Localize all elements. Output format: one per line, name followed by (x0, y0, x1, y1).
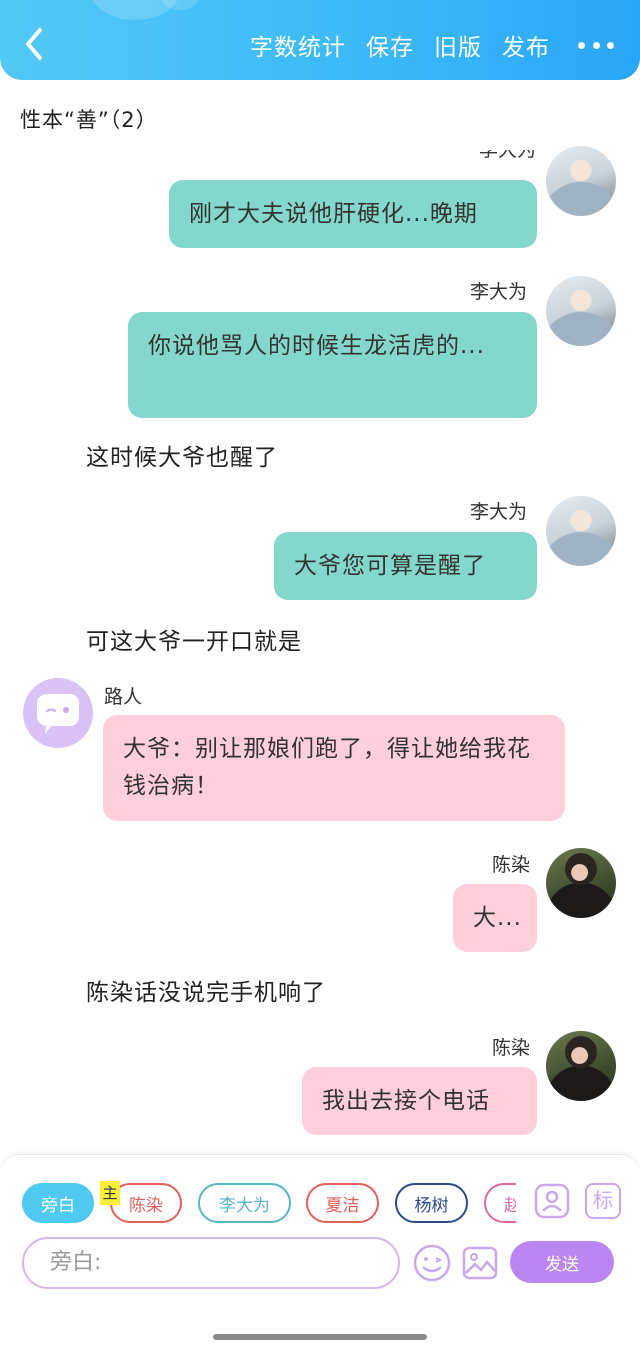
narration-text[interactable]: 陈染话没说完手机响了 (86, 973, 326, 1007)
message-bubble[interactable]: 大爷：别让那娘们跑了，得让她给我花钱治病！ (103, 715, 565, 821)
image-icon[interactable] (462, 1245, 498, 1285)
publish-button[interactable]: 发布 (502, 28, 550, 62)
message-bubble[interactable]: 大... (453, 884, 537, 952)
message-input[interactable]: 旁白: (22, 1237, 400, 1289)
word-count-button[interactable]: 字数统计 (250, 28, 346, 62)
speaker-name: 李大为 (478, 150, 536, 161)
composer-panel: 旁白 陈染 李大为 夏洁 杨树 赵 标 旁白: 发送 (0, 1154, 640, 1353)
speaker-name: 李大为 (470, 501, 528, 523)
save-button[interactable]: 保存 (366, 28, 414, 62)
old-version-button[interactable]: 旧版 (434, 28, 482, 62)
more-icon[interactable] (578, 40, 614, 50)
role-chip-xia-jie[interactable]: 夏洁 (306, 1183, 379, 1223)
role-chip-narration[interactable]: 旁白 (22, 1183, 94, 1223)
role-chip-yang-shu[interactable]: 杨树 (395, 1183, 468, 1223)
header-actions: 字数统计 保存 旧版 发布 (230, 28, 614, 62)
role-chip-clip: 赵 (484, 1183, 516, 1223)
role-chip-chen-ran[interactable]: 陈染 (110, 1183, 182, 1223)
tag-button[interactable]: 标 (585, 1183, 621, 1219)
speaker-name: 路人 (104, 686, 143, 708)
role-chip-zhao[interactable]: 赵 (484, 1183, 516, 1223)
main-role-badge: 主 (100, 1181, 120, 1205)
chat-bubble-icon (37, 694, 79, 734)
avatar-li-dawei[interactable] (546, 496, 616, 566)
narration-text[interactable]: 可这大爷一开口就是 (86, 622, 302, 656)
back-icon[interactable] (20, 26, 50, 62)
message-bubble[interactable]: 大爷您可算是醒了 (274, 532, 537, 600)
speaker-name: 陈染 (492, 854, 531, 876)
speaker-name: 李大为 (470, 281, 528, 303)
message-bubble[interactable]: 你说他骂人的时候生龙活虎的... (128, 312, 537, 418)
avatar-chen-ran[interactable] (546, 1031, 616, 1101)
top-bar: 字数统计 保存 旧版 发布 (0, 0, 640, 80)
avatar-passerby[interactable] (23, 678, 93, 748)
chapter-title: 性本“善”（2） (20, 108, 158, 132)
emoji-icon[interactable] (412, 1243, 452, 1287)
message-bubble[interactable]: 刚才大夫说他肝硬化...晚期 (169, 180, 537, 248)
role-chip-li-dawei[interactable]: 李大为 (198, 1183, 291, 1223)
avatar-li-dawei[interactable] (546, 276, 616, 346)
avatar-chen-ran[interactable] (546, 848, 616, 918)
speaker-name: 陈染 (492, 1037, 531, 1059)
narration-text[interactable]: 这时候大爷也醒了 (86, 438, 278, 472)
message-bubble[interactable]: 我出去接个电话 (302, 1067, 537, 1135)
send-button[interactable]: 发送 (510, 1241, 614, 1283)
avatar-li-dawei[interactable] (546, 146, 616, 216)
home-indicator[interactable] (213, 1334, 427, 1340)
role-manage-icon[interactable] (534, 1183, 570, 1223)
